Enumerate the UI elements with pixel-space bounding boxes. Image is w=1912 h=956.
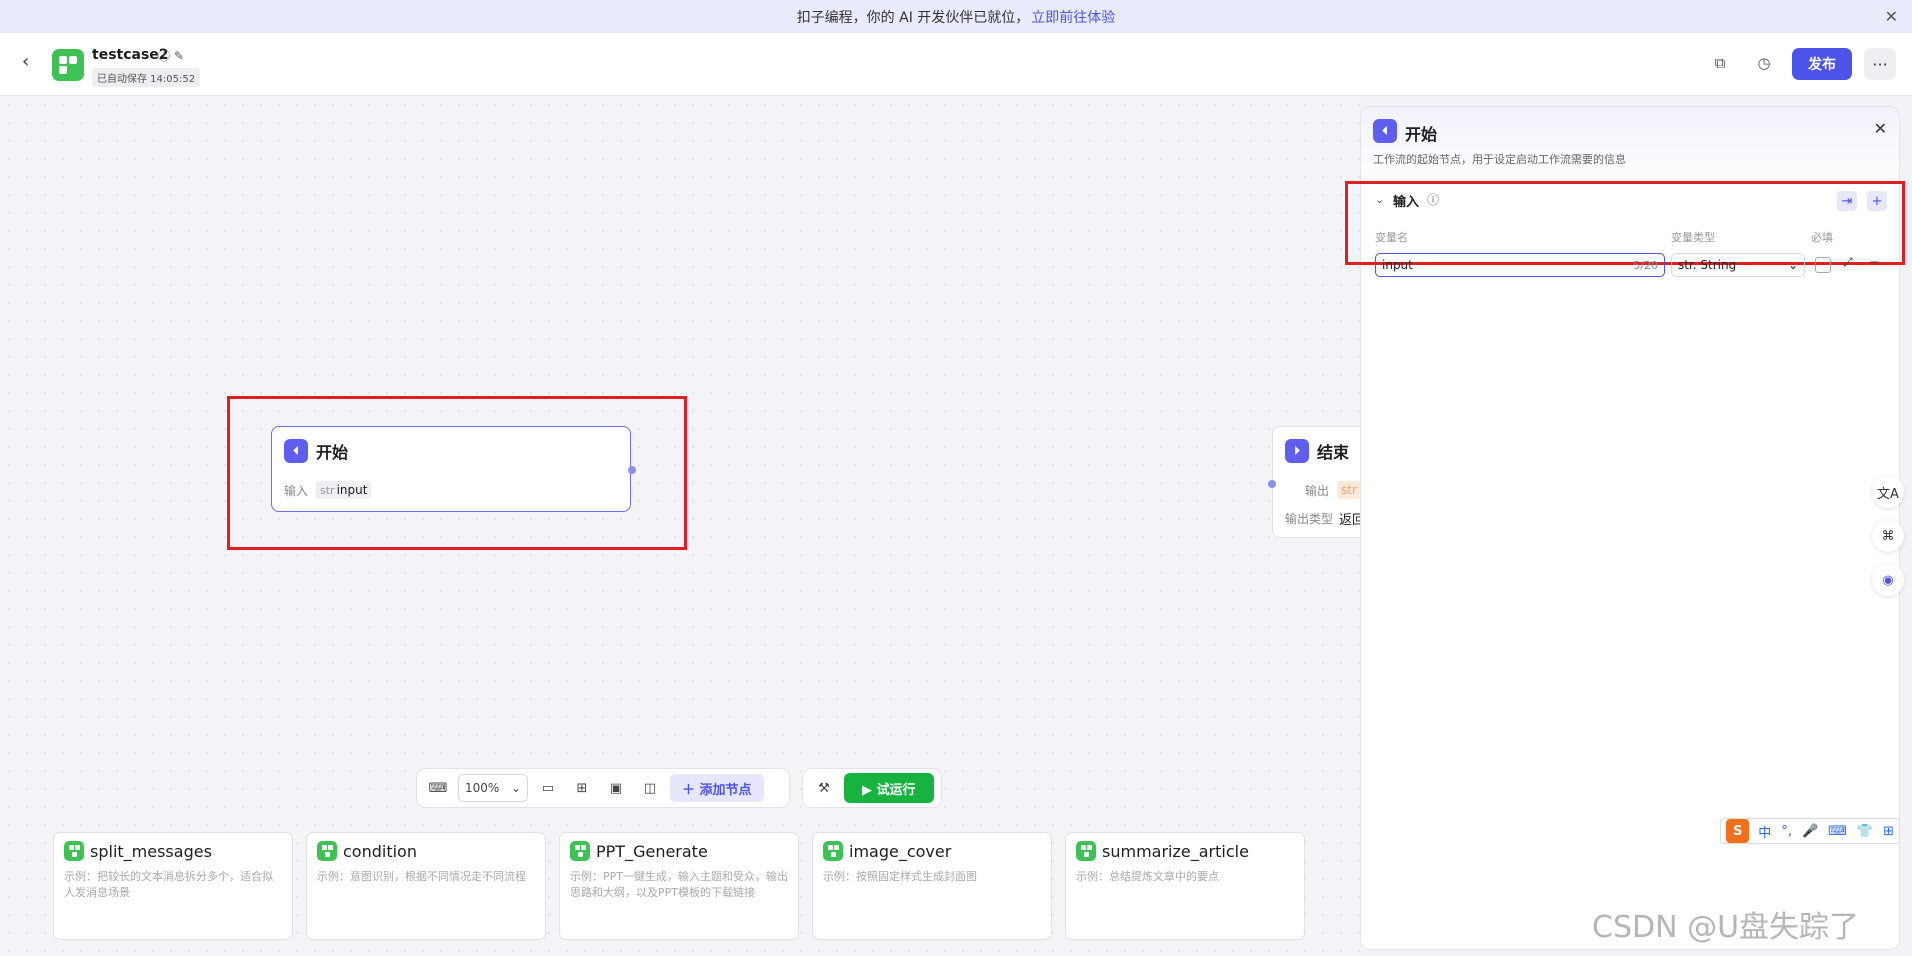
template-card[interactable]: condition 示例：意图识别，根据不同情况走不同流程 [306, 832, 546, 940]
comment-icon[interactable]: ▭ [534, 774, 562, 802]
template-desc: 示例：意图识别，根据不同情况走不同流程 [317, 870, 526, 883]
template-title: image_cover [849, 841, 952, 861]
template-title: PPT_Generate [596, 841, 708, 861]
ime-item[interactable]: 中 [1758, 822, 1771, 841]
start-output-port[interactable] [628, 466, 636, 474]
close-icon[interactable]: ✕ [1874, 119, 1887, 138]
ime-item[interactable]: 👕 [1857, 824, 1873, 839]
template-card[interactable]: summarize_article 示例：总结提炼文章中的要点 [1065, 832, 1305, 940]
start-input-label: 输入 [284, 483, 309, 498]
ime-item[interactable]: ⊞ [1883, 824, 1894, 839]
col-var-name: 变量名 [1375, 231, 1408, 244]
required-checkbox[interactable] [1815, 257, 1831, 273]
more-button[interactable]: ··· [1864, 48, 1896, 80]
template-card[interactable]: split_messages 示例：把较长的文本消息拆分多个，适合拟人发消息场景 [53, 832, 293, 940]
ime-logo: S [1726, 819, 1750, 843]
template-title: summarize_article [1102, 841, 1249, 861]
ime-item[interactable]: °, [1781, 824, 1792, 839]
save-status: 已自动保存 14:05:52 [92, 68, 201, 87]
publish-button[interactable]: 发布 [1792, 48, 1852, 80]
canvas-toolbar: ⌨ 100% ⌄ ▭ ⊞ ▣ ◫ ＋ 添加节点 [416, 768, 790, 808]
panel-title: 开始 [1405, 125, 1438, 144]
col-var-type: 变量类型 [1671, 231, 1715, 244]
template-desc: 示例：按照固定样式生成封面图 [823, 870, 977, 883]
banner-link[interactable]: 立即前往体验 [1031, 7, 1115, 27]
top-banner: 扣子编程，你的 AI 开发伙伴已就位， 立即前往体验 ✕ [0, 0, 1912, 33]
chevron-down-icon: ⌄ [1787, 258, 1798, 272]
test-run-button[interactable]: ▶ 试运行 [844, 773, 934, 803]
ime-toolbar[interactable]: S 中 °, 🎤 ⌨ 👕 ⊞ [1720, 818, 1900, 844]
layout-icon[interactable]: ⊞ [568, 774, 596, 802]
ime-item[interactable]: ⌨ [1828, 824, 1847, 839]
template-desc: 示例：把较长的文本消息拆分多个，适合拟人发消息场景 [64, 870, 273, 899]
template-card[interactable]: image_cover 示例：按照固定样式生成封面图 [812, 832, 1052, 940]
history-icon[interactable]: ◷ [1748, 47, 1780, 79]
info-edit-icons[interactable]: ⓘ ✎ [158, 47, 184, 64]
info-icon[interactable]: ⓘ [1427, 191, 1439, 208]
start-node[interactable]: ⏴ 开始 输入 str input [271, 426, 636, 512]
close-icon[interactable]: ✕ [1885, 7, 1898, 26]
start-node-title: 开始 [316, 443, 349, 462]
variable-type-select[interactable]: str. String ⌄ [1671, 253, 1805, 277]
watermark: CSDN @U盘失踪了 [1592, 910, 1860, 945]
start-node-icon: ⏴ [1373, 119, 1397, 143]
banner-text: 扣子编程，你的 AI 开发伙伴已就位， [796, 9, 1030, 26]
end-output-tag: str [1337, 481, 1361, 499]
expand-icon[interactable]: ⤢ [1843, 255, 1853, 270]
start-input-tag: str input [316, 481, 372, 499]
template-title: condition [343, 841, 417, 861]
panel-description: 工作流的起始节点，用于设定启动工作流需要的信息 [1373, 153, 1626, 166]
bot-icon[interactable]: ◉ [1872, 564, 1904, 596]
app-icon [52, 49, 84, 81]
copy-icon[interactable]: ⧉ [1704, 47, 1736, 79]
add-variable-button[interactable]: + [1867, 191, 1887, 211]
chevron-down-icon[interactable]: ⌄ [1375, 193, 1384, 206]
end-output-label: 输出 [1305, 483, 1330, 498]
char-count: 5/20 [1633, 258, 1658, 272]
workflow-icon [317, 841, 337, 861]
template-desc: 示例：总结提炼文章中的要点 [1076, 870, 1219, 883]
workflow-icon [570, 841, 590, 861]
minimap-icon[interactable]: ◫ [636, 774, 664, 802]
end-input-port[interactable] [1268, 480, 1276, 488]
input-section-title: 输入 [1393, 195, 1420, 210]
end-node-icon: ⏵ [1285, 439, 1309, 463]
debug-icon[interactable]: ⚒ [810, 774, 838, 802]
ime-item[interactable]: 🎤 [1802, 824, 1818, 839]
variable-name-input[interactable]: input 5/20 [1375, 253, 1665, 277]
run-toolbar: ⚒ ▶ 试运行 [802, 768, 942, 808]
workflow-icon [1076, 841, 1096, 861]
end-type-label: 输出类型 [1285, 512, 1334, 526]
end-node-title: 结束 [1317, 443, 1350, 462]
workflow-icon [823, 841, 843, 861]
remove-variable-icon[interactable]: − [1869, 255, 1879, 269]
template-card[interactable]: PPT_Generate 示例：PPT一键生成，输入主题和受众，输出思路和大纲，… [559, 832, 799, 940]
image-icon[interactable]: ▣ [602, 774, 630, 802]
template-desc: 示例：PPT一键生成，输入主题和受众，输出思路和大纲，以及PPT模板的下载链接 [570, 870, 788, 899]
add-node-button[interactable]: ＋ 添加节点 [670, 774, 764, 802]
interaction-mode-icon[interactable]: ⌨ [424, 774, 452, 802]
col-required: 必填 [1811, 231, 1833, 244]
workflow-icon [64, 841, 84, 861]
template-title: split_messages [90, 841, 212, 861]
import-icon[interactable]: ⇥ [1837, 191, 1857, 211]
header: ‹ testcase2 ⓘ ✎ 已自动保存 14:05:52 ⧉ ◷ 发布 ··… [0, 33, 1912, 96]
zoom-select[interactable]: 100% ⌄ [458, 774, 528, 802]
apps-icon[interactable]: ⌘ [1872, 520, 1904, 552]
translate-icon[interactable]: 文A [1872, 476, 1904, 508]
back-icon[interactable]: ‹ [22, 51, 29, 72]
start-node-icon: ⏴ [284, 439, 308, 463]
